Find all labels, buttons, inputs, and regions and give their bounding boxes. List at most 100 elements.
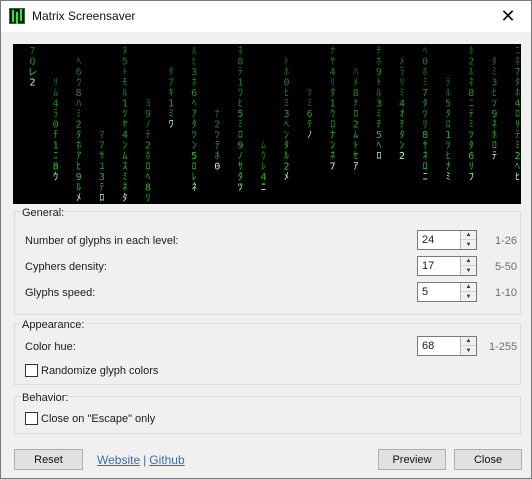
matrix-glyph: 3 (99, 172, 105, 183)
matrix-glyph: 2 (514, 151, 520, 162)
matrix-glyph: ﾐ (169, 109, 174, 120)
stepper-up-icon[interactable]: ▲ (461, 257, 476, 266)
matrix-glyph: 4 (53, 99, 59, 110)
stepper-down-icon[interactable]: ▼ (461, 240, 476, 249)
matrix-glyph: ﾗ (53, 109, 58, 120)
close-icon[interactable]: ✕ (485, 1, 531, 32)
matrix-glyph: ﾂ (492, 99, 497, 110)
close-on-escape-label[interactable]: Close on "Escape" only (41, 413, 155, 425)
matrix-glyph: ﾛ (192, 162, 197, 173)
matrix-glyph: 3 (376, 99, 382, 110)
stepper-up-icon[interactable]: ▲ (461, 231, 476, 240)
matrix-glyph: ﾔ (122, 120, 127, 131)
matrix-glyph: ﾎ (284, 66, 289, 78)
matrix-glyph: 0 (53, 120, 59, 131)
matrix-glyph: 4 (399, 99, 405, 110)
matrix-glyph: 8 (53, 162, 59, 173)
matrix-glyph: ﾈ (330, 150, 335, 162)
matrix-glyph: ﾎ (192, 77, 197, 89)
matrix-glyph: ﾙ (469, 67, 474, 78)
randomize-colors-checkbox[interactable] (25, 364, 38, 377)
matrix-glyph: ｱ (353, 162, 358, 173)
matrix-glyph: ﾄ (284, 57, 289, 68)
stepper-up-icon[interactable]: ▲ (461, 283, 476, 292)
matrix-glyph: ﾛ (353, 109, 358, 120)
matrix-app-icon (9, 8, 25, 24)
matrix-glyph: ﾝ (284, 130, 289, 141)
stepper-down-icon[interactable]: ▼ (461, 292, 476, 301)
matrix-glyph: ﾀ (238, 171, 243, 183)
stepper-up-icon[interactable]: ▲ (461, 337, 476, 346)
glyphs-per-level-value[interactable]: 24 (422, 234, 434, 246)
matrix-glyph: ﾀ (169, 66, 174, 78)
glyphs-speed-value[interactable]: 5 (422, 286, 428, 298)
matrix-glyph: 9 (491, 109, 497, 120)
matrix-glyph: ﾐ (446, 172, 451, 183)
cyphers-density-range: 5-50 (495, 261, 518, 273)
matrix-glyph: ﾅ (330, 129, 335, 141)
matrix-glyph: 8 (468, 88, 474, 99)
close-button[interactable]: Close (454, 449, 522, 470)
matrix-glyph: ﾎ (146, 150, 151, 162)
matrix-glyph: ﾎ (76, 140, 81, 152)
matrix-glyph: ｷ (169, 88, 174, 99)
matrix-glyph: ﾙ (192, 46, 197, 57)
matrix-glyph: ﾈ (192, 182, 197, 194)
glyphs-speed-stepper[interactable]: 5 ▲ ▼ (417, 282, 477, 302)
matrix-glyph: ﾒ (284, 172, 289, 183)
matrix-glyph: 1 (237, 78, 243, 89)
matrix-glyph: 5 (237, 109, 243, 120)
matrix-glyph: ㆑ (28, 67, 38, 78)
matrix-glyph: ﾔ (330, 57, 335, 68)
matrix-glyph: 2 (353, 120, 359, 131)
color-hue-value[interactable]: 68 (422, 340, 434, 352)
close-on-escape-checkbox[interactable] (25, 412, 38, 425)
stepper-down-icon[interactable]: ▼ (461, 266, 476, 275)
glyphs-per-level-range: 1-26 (495, 235, 518, 247)
matrix-glyph: ﾎ (376, 56, 381, 68)
matrix-glyph: 9 (145, 109, 151, 120)
matrix-glyph: ﾀ (122, 192, 127, 204)
matrix-glyph: 4 (122, 130, 128, 141)
matrix-glyph: 6 (307, 109, 313, 120)
stepper-down-icon[interactable]: ▼ (461, 346, 476, 355)
reset-button[interactable]: Reset (14, 449, 83, 470)
matrix-glyph: ﾆ (53, 151, 58, 162)
matrix-glyph: ﾎ (492, 129, 497, 141)
matrix-glyph: 3 (491, 78, 497, 89)
matrix-glyph: ﾘ (515, 120, 520, 131)
github-link[interactable]: Github (149, 453, 184, 467)
cyphers-density-value[interactable]: 17 (422, 260, 434, 272)
link-separator: | (143, 453, 147, 467)
matrix-glyph: 6 (468, 151, 474, 162)
matrix-glyph: ﾋ (284, 87, 289, 99)
matrix-preview-canvas: 7Q㆑2 ﾘﾑ4ﾗ0ﾁ1ﾆ8ｳﾍ6ｳ8ﾊﾐ2ﾀﾎｱﾋ9ﾙﾒﾏ7ｻﾕ3ﾃﾛﾇ5ﾄﾓﾙ… (28, 45, 521, 204)
matrix-glyph: ﾎ (215, 150, 220, 162)
matrix-glyph: ﾝ (122, 141, 127, 152)
matrix-glyph: ﾅ (353, 98, 358, 110)
preview-button[interactable]: Preview (378, 449, 446, 470)
matrix-glyph: ﾘ (330, 78, 335, 89)
matrix-glyph: ﾐ (469, 120, 474, 131)
matrix-glyph: ﾃ (400, 120, 405, 131)
matrix-glyph: ﾘ (146, 193, 151, 204)
randomize-colors-label[interactable]: Randomize glyph colors (41, 365, 158, 377)
matrix-glyph: ﾙ (76, 183, 81, 194)
stepper-arrows: ▲ ▼ (460, 231, 476, 249)
matrix-glyph: ﾀ (400, 129, 405, 141)
website-link[interactable]: Website (97, 453, 140, 467)
matrix-glyph: ﾇ (122, 46, 127, 57)
glyphs-per-level-stepper[interactable]: 24 ▲ ▼ (417, 230, 477, 250)
matrix-glyph: ﾛ (146, 162, 151, 173)
matrix-glyph: ﾛ (330, 120, 335, 131)
randomize-colors-row[interactable]: Randomize glyph colors (25, 364, 158, 377)
matrix-glyph: 7 (99, 141, 105, 152)
color-hue-range: 1-255 (489, 341, 518, 353)
cyphers-density-stepper[interactable]: 17 ▲ ▼ (417, 256, 477, 276)
matrix-glyph: ﾛ (99, 193, 104, 204)
matrix-glyph: 3 (283, 109, 289, 120)
title-bar[interactable]: Matrix Screensaver ✕ (1, 1, 531, 32)
matrix-glyph: 2 (468, 57, 474, 68)
color-hue-stepper[interactable]: 68 ▲ ▼ (417, 336, 477, 356)
close-on-escape-row[interactable]: Close on "Escape" only (25, 412, 155, 425)
